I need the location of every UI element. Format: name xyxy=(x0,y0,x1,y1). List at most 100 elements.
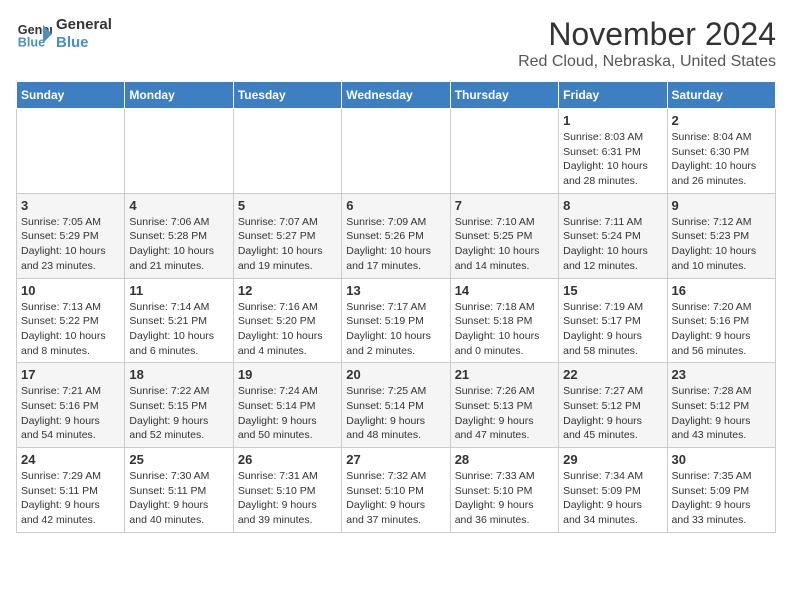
calendar-cell: 17 Sunrise: 7:21 AM Sunset: 5:16 PM Dayli… xyxy=(17,363,125,448)
day-detail: Sunrise: 7:20 AM Sunset: 5:16 PM Dayligh… xyxy=(672,300,771,359)
day-number: 22 xyxy=(563,367,662,382)
week-row-2: 3 Sunrise: 7:05 AM Sunset: 5:29 PM Daylig… xyxy=(17,193,776,278)
calendar-cell: 6Sunrise: 7:09 AM Sunset: 5:26 PM Daylig… xyxy=(342,193,450,278)
week-row-5: 24 Sunrise: 7:29 AM Sunset: 5:11 PM Dayli… xyxy=(17,448,776,533)
calendar-cell: 4 Sunrise: 7:06 AM Sunset: 5:28 PM Daylig… xyxy=(125,193,233,278)
day-number: 10 xyxy=(21,283,120,298)
day-detail: Sunrise: 7:35 AM Sunset: 5:09 PM Dayligh… xyxy=(672,469,771,528)
day-detail: Sunrise: 7:30 AM Sunset: 5:11 PM Dayligh… xyxy=(129,469,228,528)
day-detail: Sunrise: 8:04 AM Sunset: 6:30 PM Dayligh… xyxy=(672,130,771,189)
calendar-cell: 24 Sunrise: 7:29 AM Sunset: 5:11 PM Dayli… xyxy=(17,448,125,533)
calendar-cell: 25 Sunrise: 7:30 AM Sunset: 5:11 PM Dayli… xyxy=(125,448,233,533)
day-number: 29 xyxy=(563,452,662,467)
weekday-header-tuesday: Tuesday xyxy=(233,82,341,109)
week-row-4: 17 Sunrise: 7:21 AM Sunset: 5:16 PM Dayli… xyxy=(17,363,776,448)
calendar-cell: 2 Sunrise: 8:04 AM Sunset: 6:30 PM Daylig… xyxy=(667,109,775,194)
day-number: 2 xyxy=(672,113,771,128)
logo-line2: Blue xyxy=(56,34,112,52)
weekday-header-thursday: Thursday xyxy=(450,82,558,109)
day-number: 8 xyxy=(563,198,662,213)
weekday-header-saturday: Saturday xyxy=(667,82,775,109)
day-detail: Sunrise: 7:13 AM Sunset: 5:22 PM Dayligh… xyxy=(21,300,120,359)
day-number: 28 xyxy=(455,452,554,467)
day-detail: Sunrise: 7:28 AM Sunset: 5:12 PM Dayligh… xyxy=(672,384,771,443)
calendar-cell: 29 Sunrise: 7:34 AM Sunset: 5:09 PM Dayli… xyxy=(559,448,667,533)
day-detail: Sunrise: 8:03 AM Sunset: 6:31 PM Dayligh… xyxy=(563,130,662,189)
day-number: 18 xyxy=(129,367,228,382)
calendar-cell: 30 Sunrise: 7:35 AM Sunset: 5:09 PM Dayli… xyxy=(667,448,775,533)
day-detail: Sunrise: 7:12 AM Sunset: 5:23 PM Dayligh… xyxy=(672,215,771,274)
day-detail: Sunrise: 7:05 AM Sunset: 5:29 PM Dayligh… xyxy=(21,215,120,274)
calendar-cell: 26 Sunrise: 7:31 AM Sunset: 5:10 PM Dayli… xyxy=(233,448,341,533)
day-number: 16 xyxy=(672,283,771,298)
day-number: 19 xyxy=(238,367,337,382)
day-detail: Sunrise: 7:14 AM Sunset: 5:21 PM Dayligh… xyxy=(129,300,228,359)
calendar-cell xyxy=(17,109,125,194)
day-number: 24 xyxy=(21,452,120,467)
logo-line1: General xyxy=(56,16,112,34)
calendar-cell: 10 Sunrise: 7:13 AM Sunset: 5:22 PM Dayli… xyxy=(17,278,125,363)
day-number: 23 xyxy=(672,367,771,382)
calendar-cell: 3 Sunrise: 7:05 AM Sunset: 5:29 PM Daylig… xyxy=(17,193,125,278)
day-number: 27 xyxy=(346,452,445,467)
day-detail: Sunrise: 7:19 AM Sunset: 5:17 PM Dayligh… xyxy=(563,300,662,359)
calendar-cell xyxy=(342,109,450,194)
calendar-cell xyxy=(233,109,341,194)
calendar-cell: 11 Sunrise: 7:14 AM Sunset: 5:21 PM Dayli… xyxy=(125,278,233,363)
weekday-header-sunday: Sunday xyxy=(17,82,125,109)
day-number: 12 xyxy=(238,283,337,298)
day-detail: Sunrise: 7:27 AM Sunset: 5:12 PM Dayligh… xyxy=(563,384,662,443)
calendar-cell: 8 Sunrise: 7:11 AM Sunset: 5:24 PM Daylig… xyxy=(559,193,667,278)
calendar-cell: 12 Sunrise: 7:16 AM Sunset: 5:20 PM Dayli… xyxy=(233,278,341,363)
calendar-cell: 9 Sunrise: 7:12 AM Sunset: 5:23 PM Daylig… xyxy=(667,193,775,278)
day-detail: Sunrise: 7:11 AM Sunset: 5:24 PM Dayligh… xyxy=(563,215,662,274)
day-detail: Sunrise: 7:10 AM Sunset: 5:25 PM Dayligh… xyxy=(455,215,554,274)
day-detail: Sunrise: 7:07 AM Sunset: 5:27 PM Dayligh… xyxy=(238,215,337,274)
day-number: 17 xyxy=(21,367,120,382)
day-detail: Sunrise: 7:29 AM Sunset: 5:11 PM Dayligh… xyxy=(21,469,120,528)
logo: General Blue General Blue xyxy=(16,16,112,52)
calendar-cell: 28 Sunrise: 7:33 AM Sunset: 5:10 PM Dayli… xyxy=(450,448,558,533)
day-detail: Sunrise: 7:17 AM Sunset: 5:19 PM Dayligh… xyxy=(346,300,445,359)
calendar-cell xyxy=(450,109,558,194)
day-detail: Sunrise: 7:06 AM Sunset: 5:28 PM Dayligh… xyxy=(129,215,228,274)
day-number: 20 xyxy=(346,367,445,382)
svg-text:Blue: Blue xyxy=(18,36,45,50)
day-number: 9 xyxy=(672,198,771,213)
day-number: 3 xyxy=(21,198,120,213)
day-detail: Sunrise: 7:24 AM Sunset: 5:14 PM Dayligh… xyxy=(238,384,337,443)
calendar-cell: 20Sunrise: 7:25 AM Sunset: 5:14 PM Dayli… xyxy=(342,363,450,448)
day-number: 11 xyxy=(129,283,228,298)
calendar-cell: 14 Sunrise: 7:18 AM Sunset: 5:18 PM Dayli… xyxy=(450,278,558,363)
day-detail: Sunrise: 7:18 AM Sunset: 5:18 PM Dayligh… xyxy=(455,300,554,359)
day-number: 26 xyxy=(238,452,337,467)
calendar-cell: 18 Sunrise: 7:22 AM Sunset: 5:15 PM Dayli… xyxy=(125,363,233,448)
day-detail: Sunrise: 7:16 AM Sunset: 5:20 PM Dayligh… xyxy=(238,300,337,359)
day-number: 14 xyxy=(455,283,554,298)
logo-icon: General Blue xyxy=(16,16,52,52)
calendar-cell: 13 Sunrise: 7:17 AM Sunset: 5:19 PM Dayli… xyxy=(342,278,450,363)
calendar-cell: 23 Sunrise: 7:28 AM Sunset: 5:12 PM Dayli… xyxy=(667,363,775,448)
calendar-cell xyxy=(125,109,233,194)
day-detail: Sunrise: 7:21 AM Sunset: 5:16 PM Dayligh… xyxy=(21,384,120,443)
calendar-cell: 1 Sunrise: 8:03 AM Sunset: 6:31 PM Daylig… xyxy=(559,109,667,194)
day-number: 30 xyxy=(672,452,771,467)
calendar-cell: 7Sunrise: 7:10 AM Sunset: 5:25 PM Daylig… xyxy=(450,193,558,278)
calendar-cell: 15 Sunrise: 7:19 AM Sunset: 5:17 PM Dayli… xyxy=(559,278,667,363)
day-number: 13 xyxy=(346,283,445,298)
day-detail: Sunrise: 7:31 AM Sunset: 5:10 PM Dayligh… xyxy=(238,469,337,528)
day-detail: Sunrise: 7:22 AM Sunset: 5:15 PM Dayligh… xyxy=(129,384,228,443)
weekday-header-row: SundayMondayTuesdayWednesdayThursdayFrid… xyxy=(17,82,776,109)
calendar-cell: 16 Sunrise: 7:20 AM Sunset: 5:16 PM Dayli… xyxy=(667,278,775,363)
day-number: 4 xyxy=(129,198,228,213)
day-detail: Sunrise: 7:33 AM Sunset: 5:10 PM Dayligh… xyxy=(455,469,554,528)
day-number: 15 xyxy=(563,283,662,298)
page-header: General Blue General Blue November 2024 … xyxy=(16,16,776,71)
week-row-1: 1 Sunrise: 8:03 AM Sunset: 6:31 PM Daylig… xyxy=(17,109,776,194)
page-subtitle: Red Cloud, Nebraska, United States xyxy=(518,53,776,71)
day-number: 25 xyxy=(129,452,228,467)
day-number: 1 xyxy=(563,113,662,128)
day-detail: Sunrise: 7:26 AM Sunset: 5:13 PM Dayligh… xyxy=(455,384,554,443)
day-detail: Sunrise: 7:09 AM Sunset: 5:26 PM Dayligh… xyxy=(346,215,445,274)
day-detail: Sunrise: 7:34 AM Sunset: 5:09 PM Dayligh… xyxy=(563,469,662,528)
